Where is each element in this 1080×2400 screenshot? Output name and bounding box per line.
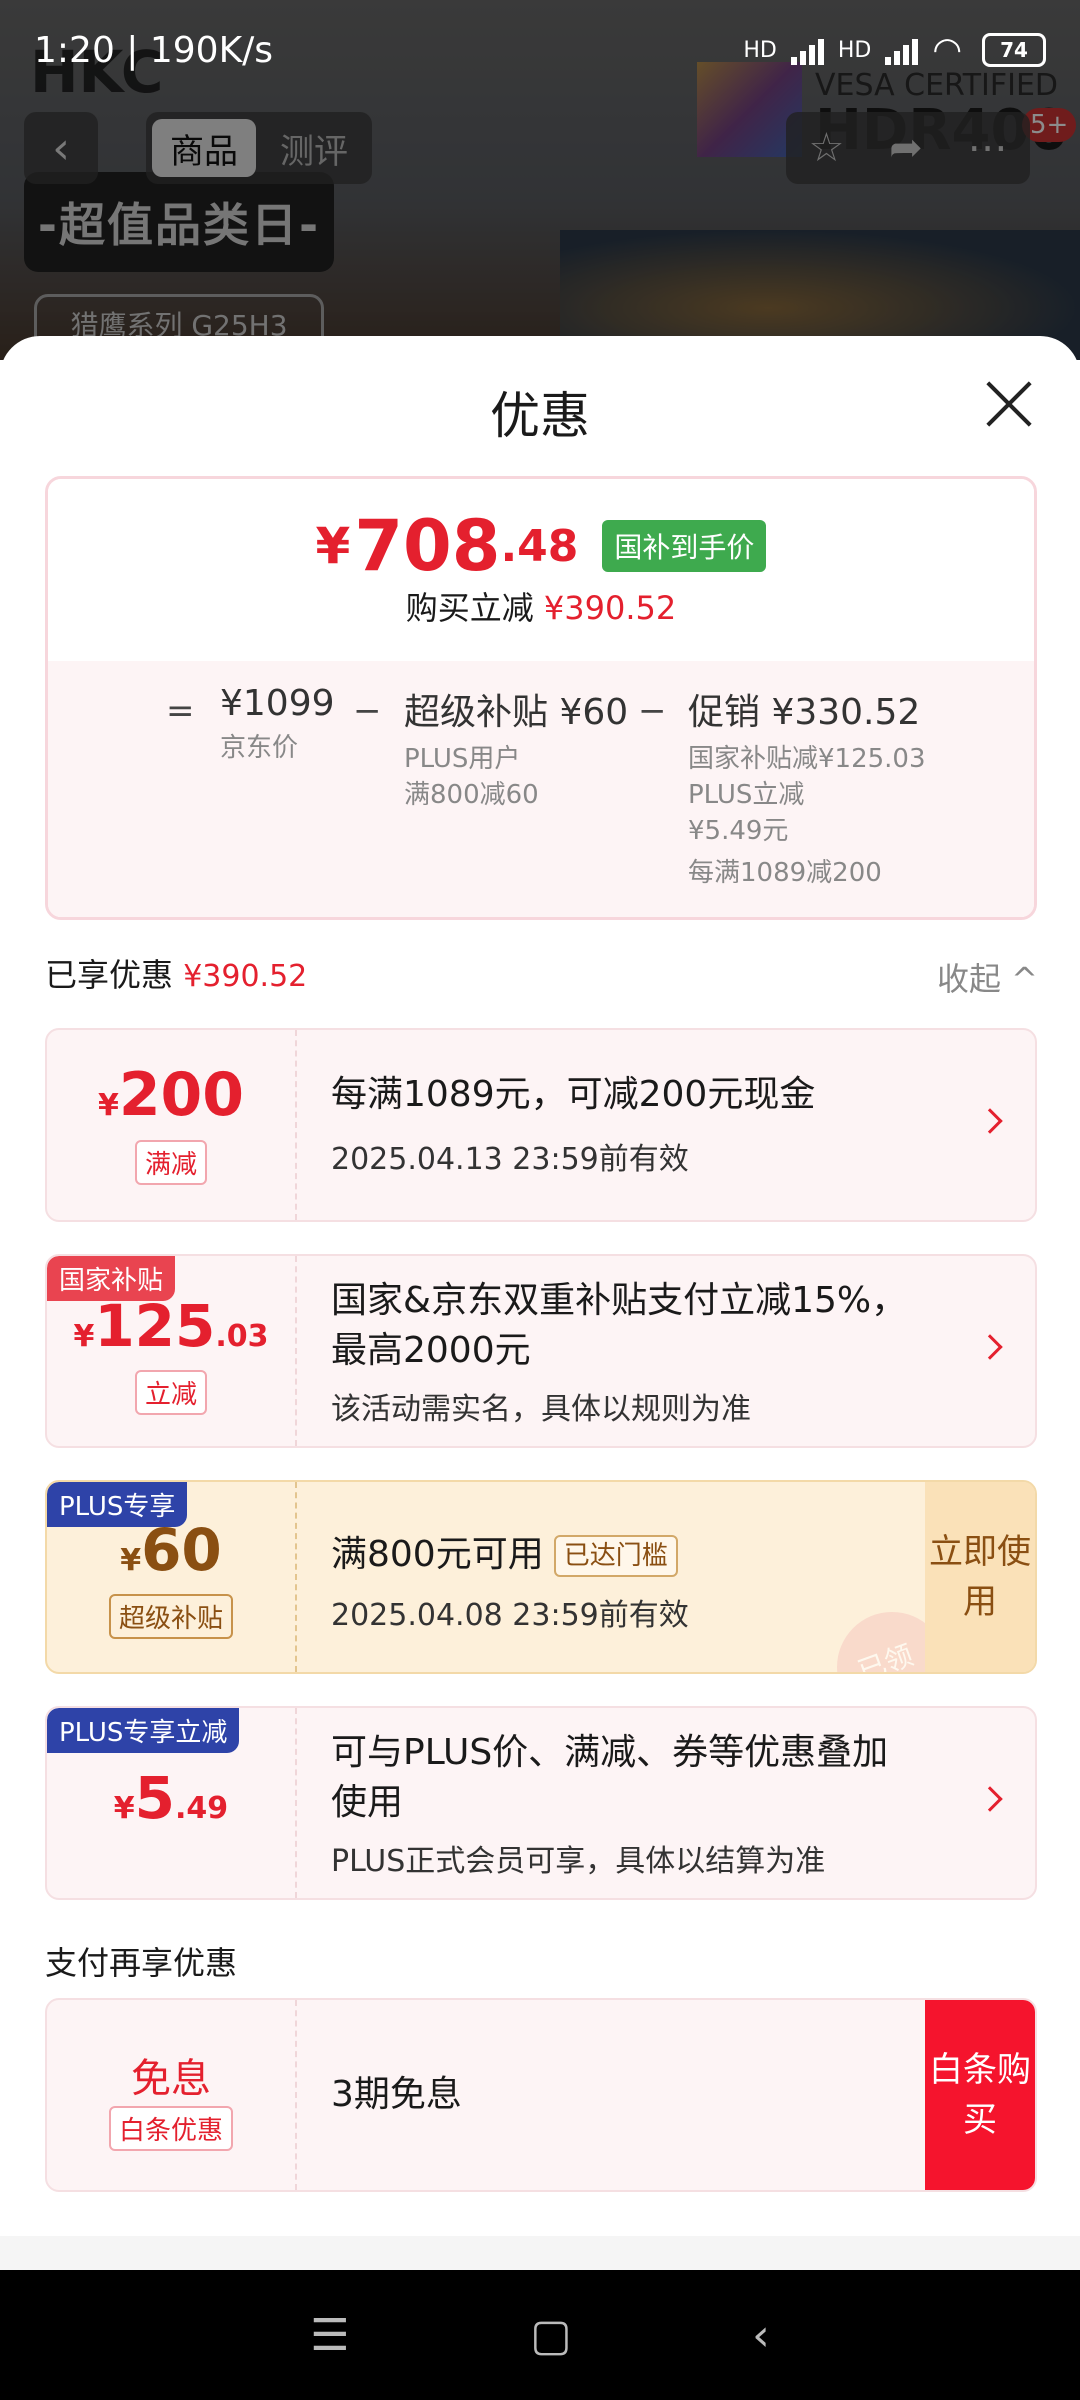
- bottom-gap: [0, 2236, 1080, 2270]
- coupon-card-national-subsidy[interactable]: 国家补贴 ¥125.03 立减 国家&京东双重补贴支付立减15%，最高2000元…: [45, 1254, 1037, 1448]
- sheet-title: 优惠: [490, 387, 590, 445]
- signal-icon-2: [885, 35, 919, 65]
- discount-sheet: 优惠 ¥ 708 .48 国补到手价 购买立减 ¥390.52 = ¥1099 …: [0, 336, 1080, 2236]
- subsidy-value: 超级补贴 ¥60: [404, 692, 629, 733]
- hd-label-2: HD: [837, 37, 872, 63]
- coupon-desc: 每满1089元，可减200元现金: [331, 1074, 816, 1115]
- purchase-reduce: 购买立减 ¥390.52: [405, 589, 677, 627]
- coupon-desc: 可与PLUS价、满减、券等优惠叠加使用: [331, 1732, 889, 1823]
- status-bar: 1:20 | 190K/s HD HD ◠ 74: [0, 0, 1080, 100]
- final-price-dec: .48: [500, 520, 579, 572]
- home-icon[interactable]: ▢: [530, 2310, 572, 2361]
- coupon-chip: 超级补贴: [108, 1594, 234, 1639]
- subsidy-line2: 满800减60: [404, 780, 539, 810]
- payment-card-baitiao[interactable]: 免息 白条优惠 3期免息 白条购买: [45, 1998, 1037, 2192]
- promo-line1: 国家补贴减¥125.03: [688, 744, 926, 774]
- wifi-icon: ◠: [932, 30, 962, 70]
- subsidy-price-tag: 国补到手价: [602, 520, 767, 572]
- close-icon[interactable]: [985, 380, 1033, 428]
- coupon-amount: 125: [94, 1292, 216, 1360]
- installment-desc: 3期免息: [331, 2074, 462, 2115]
- enjoyed-discount: 已享优惠 ¥390.52: [45, 956, 308, 994]
- interest-free-title: 免息: [131, 2056, 211, 2102]
- coupon-card-full-reduction[interactable]: ¥200 满减 每满1089元，可减200元现金 2025.04.13 23:5…: [45, 1028, 1037, 1222]
- menu-icon[interactable]: ☰: [310, 2310, 349, 2361]
- minus-sign-2: −: [638, 691, 667, 731]
- promo-value: 促销 ¥330.52: [688, 692, 921, 733]
- reduce-value: ¥390.52: [543, 589, 677, 627]
- status-time: 1:20: [34, 29, 115, 71]
- back-nav-icon[interactable]: ‹: [752, 2310, 770, 2361]
- coupon-chip: 立减: [134, 1370, 208, 1415]
- baitiao-chip: 白条优惠: [108, 2106, 234, 2151]
- jd-price-label: 京东价: [220, 733, 299, 763]
- promo-col: 促销 ¥330.52 国家补贴减¥125.03 PLUS立减 ¥5.49元 每满…: [688, 683, 926, 891]
- coupon-validity: 2025.04.13 23:59前有效: [331, 1142, 689, 1177]
- hd-label: HD: [743, 37, 777, 63]
- final-price-int: 708: [354, 505, 501, 587]
- use-now-button[interactable]: 立即使用: [925, 1482, 1035, 1672]
- equals-sign: =: [166, 691, 195, 731]
- coupon-card-plus-reduce[interactable]: PLUS专享立减 ¥5.49 可与PLUS价、满减、券等优惠叠加使用 PLUS正…: [45, 1706, 1037, 1900]
- baitiao-buy-button[interactable]: 白条购买: [925, 2000, 1035, 2190]
- pay-discount-title: 支付再享优惠: [45, 1944, 238, 1982]
- jd-price: ¥1099: [220, 683, 335, 724]
- signal-icon: [790, 35, 824, 65]
- collapse-button[interactable]: 收起 ^: [937, 954, 1038, 1000]
- coupon-validity: 2025.04.08 23:59前有效: [331, 1598, 689, 1633]
- coupon-card-plus[interactable]: PLUS专享 ¥60 超级补贴 满800元可用 已达门槛 2025.04.08 2…: [45, 1480, 1037, 1674]
- coupon-amount: 200: [118, 1060, 245, 1130]
- minus-sign: −: [353, 691, 382, 731]
- enjoyed-value: ¥390.52: [183, 959, 308, 994]
- app-root: HKC VESA CERTIFIED HDR400 5+ -超值品类日- 猎鹰系…: [0, 0, 1080, 2400]
- threshold-badge: 已达门槛: [553, 1535, 678, 1577]
- network-speed: 190K/s: [149, 29, 274, 71]
- promo-line4: 每满1089减200: [688, 858, 882, 888]
- jd-price-col: ¥1099 京东价: [220, 683, 335, 766]
- coupon-amount: 5: [134, 1764, 176, 1832]
- chevron-right-icon: [977, 1786, 1003, 1812]
- promo-line3: ¥5.49元: [688, 816, 789, 846]
- promo-line2: PLUS立减: [688, 780, 805, 810]
- coupon-amount: 60: [141, 1516, 222, 1584]
- battery-icon: 74: [982, 33, 1046, 67]
- chevron-right-icon: [977, 1334, 1003, 1360]
- coupon-note: PLUS正式会员可享，具体以结算为准: [331, 1844, 826, 1879]
- coupon-desc: 满800元可用: [331, 1534, 544, 1575]
- subsidy-col: 超级补贴 ¥60 PLUS用户 满800减60: [404, 683, 628, 813]
- price-summary: ¥ 708 .48 国补到手价 购买立减 ¥390.52 = ¥1099 京东价…: [45, 476, 1037, 920]
- coupon-desc: 国家&京东双重补贴支付立减15%，最高2000元: [331, 1280, 908, 1371]
- system-nav-bar: ☰ ▢ ‹: [0, 2270, 1080, 2400]
- currency-symbol: ¥: [315, 517, 351, 575]
- chevron-right-icon: [977, 1108, 1003, 1134]
- coupon-chip: 满减: [134, 1140, 208, 1185]
- subsidy-line1: PLUS用户: [404, 744, 521, 774]
- coupon-note: 该活动需实名，具体以规则为准: [331, 1392, 751, 1427]
